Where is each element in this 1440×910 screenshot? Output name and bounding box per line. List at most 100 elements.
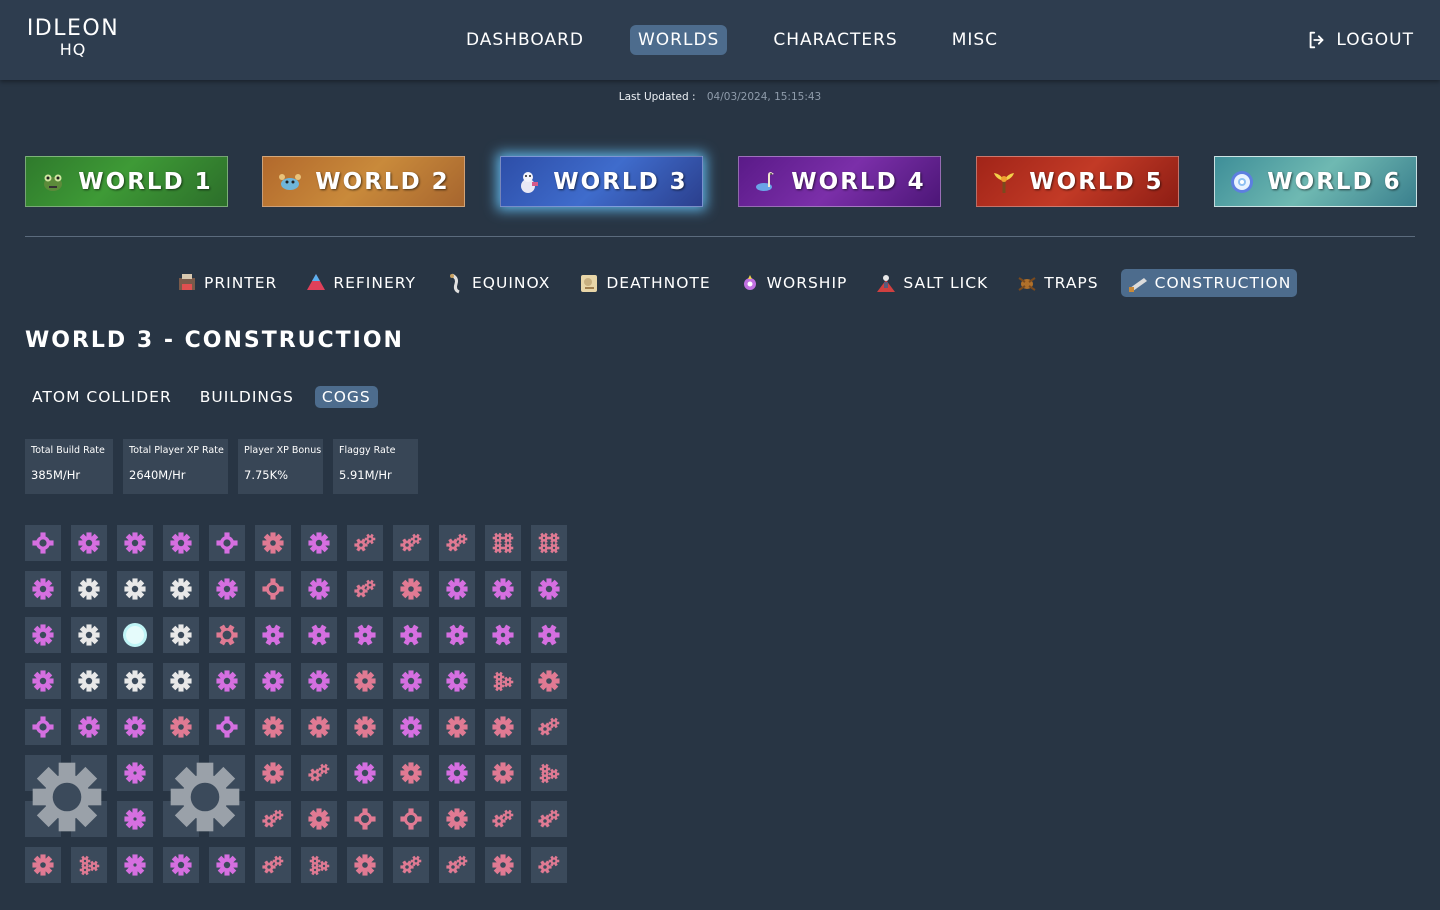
cog-slot[interactable] (439, 571, 475, 607)
cog-slot[interactable] (25, 571, 61, 607)
cog-slot[interactable] (531, 571, 567, 607)
nav-dashboard[interactable]: DASHBOARD (458, 25, 592, 55)
cog-slot[interactable] (393, 571, 429, 607)
cog-slot[interactable] (117, 663, 153, 699)
cog-slot[interactable] (439, 525, 475, 561)
nav-characters[interactable]: CHARACTERS (765, 25, 905, 55)
cog-slot[interactable] (255, 847, 291, 883)
cog-slot[interactable] (393, 755, 429, 791)
cog-slot[interactable] (531, 847, 567, 883)
cog-slot[interactable] (209, 847, 245, 883)
big-cog-icon[interactable] (167, 759, 243, 835)
world-2-button[interactable]: WORLD 2 (262, 156, 465, 207)
cog-slot[interactable] (255, 755, 291, 791)
cog-slot[interactable] (255, 663, 291, 699)
cog-slot[interactable] (117, 617, 153, 653)
cog-slot[interactable] (347, 755, 383, 791)
cog-slot[interactable] (531, 663, 567, 699)
cog-slot[interactable] (485, 847, 521, 883)
cog-slot[interactable] (163, 847, 199, 883)
cog-slot[interactable] (71, 663, 107, 699)
cog-slot[interactable] (209, 571, 245, 607)
cog-slot[interactable] (71, 617, 107, 653)
world-1-button[interactable]: WORLD 1 (25, 156, 228, 207)
world-5-button[interactable]: WORLD 5 (976, 156, 1179, 207)
cog-slot[interactable] (301, 525, 337, 561)
cog-slot[interactable] (117, 755, 153, 791)
cog-slot[interactable] (393, 663, 429, 699)
cog-slot[interactable] (301, 663, 337, 699)
cog-slot[interactable] (255, 709, 291, 745)
cog-slot[interactable] (393, 847, 429, 883)
subnav-equinox[interactable]: EQUINOX (438, 269, 556, 297)
subnav-worship[interactable]: WORSHIP (733, 269, 854, 297)
cog-slot[interactable] (347, 525, 383, 561)
cog-slot[interactable] (25, 663, 61, 699)
subnav-construction[interactable]: CONSTRUCTION (1120, 269, 1298, 297)
world-6-button[interactable]: WORLD 6 (1214, 156, 1417, 207)
tab-buildings[interactable]: BUILDINGS (193, 386, 301, 408)
cog-slot[interactable] (117, 709, 153, 745)
cog-slot[interactable] (393, 709, 429, 745)
cog-slot[interactable] (301, 755, 337, 791)
cog-slot[interactable] (485, 617, 521, 653)
cog-slot[interactable] (347, 847, 383, 883)
tab-atom-collider[interactable]: ATOM COLLIDER (25, 386, 179, 408)
cog-slot[interactable] (393, 801, 429, 837)
cog-slot[interactable] (531, 709, 567, 745)
cog-slot[interactable] (117, 525, 153, 561)
cog-slot[interactable] (347, 801, 383, 837)
cog-slot[interactable] (163, 617, 199, 653)
nav-misc[interactable]: MISC (944, 25, 1006, 55)
cog-slot[interactable] (301, 847, 337, 883)
cog-slot[interactable] (163, 571, 199, 607)
world-4-button[interactable]: WORLD 4 (738, 156, 941, 207)
cog-slot[interactable] (25, 525, 61, 561)
cog-slot[interactable] (531, 525, 567, 561)
cog-slot[interactable] (485, 663, 521, 699)
cog-slot[interactable] (347, 663, 383, 699)
cog-slot[interactable] (439, 847, 475, 883)
tab-cogs[interactable]: COGS (314, 386, 378, 408)
cog-slot[interactable] (25, 709, 61, 745)
app-logo[interactable]: IDLEON HQ (25, 18, 121, 58)
cog-slot[interactable] (209, 709, 245, 745)
cog-slot[interactable] (393, 617, 429, 653)
cog-slot[interactable] (485, 709, 521, 745)
cog-slot[interactable] (301, 801, 337, 837)
cog-slot[interactable] (163, 663, 199, 699)
cog-slot[interactable] (301, 571, 337, 607)
cog-slot[interactable] (255, 525, 291, 561)
subnav-traps[interactable]: TRAPS (1010, 269, 1104, 297)
big-cog-icon[interactable] (29, 759, 105, 835)
cog-slot[interactable] (71, 709, 107, 745)
logout-button[interactable]: LOGOUT (1306, 29, 1414, 51)
cog-slot[interactable] (163, 709, 199, 745)
cog-slot[interactable] (255, 617, 291, 653)
cog-slot[interactable] (71, 571, 107, 607)
cog-slot[interactable] (439, 617, 475, 653)
cog-slot[interactable] (71, 847, 107, 883)
cog-slot[interactable] (485, 525, 521, 561)
world-3-button[interactable]: WORLD 3 (500, 156, 703, 207)
nav-worlds[interactable]: WORLDS (629, 25, 728, 55)
cog-slot[interactable] (439, 801, 475, 837)
subnav-printer[interactable]: PRINTER (170, 269, 283, 297)
subnav-refinery[interactable]: REFINERY (299, 269, 422, 297)
cog-slot[interactable] (347, 709, 383, 745)
cog-slot[interactable] (393, 525, 429, 561)
cog-slot[interactable] (163, 525, 199, 561)
cog-slot[interactable] (25, 847, 61, 883)
cog-slot[interactable] (209, 617, 245, 653)
cog-slot[interactable] (301, 617, 337, 653)
cog-slot[interactable] (255, 571, 291, 607)
cog-slot[interactable] (439, 709, 475, 745)
cog-slot[interactable] (117, 801, 153, 837)
cog-slot[interactable] (117, 847, 153, 883)
cog-slot[interactable] (439, 755, 475, 791)
cog-slot[interactable] (255, 801, 291, 837)
cog-slot[interactable] (71, 525, 107, 561)
cog-slot[interactable] (531, 755, 567, 791)
cog-slot[interactable] (117, 571, 153, 607)
cog-slot[interactable] (347, 571, 383, 607)
